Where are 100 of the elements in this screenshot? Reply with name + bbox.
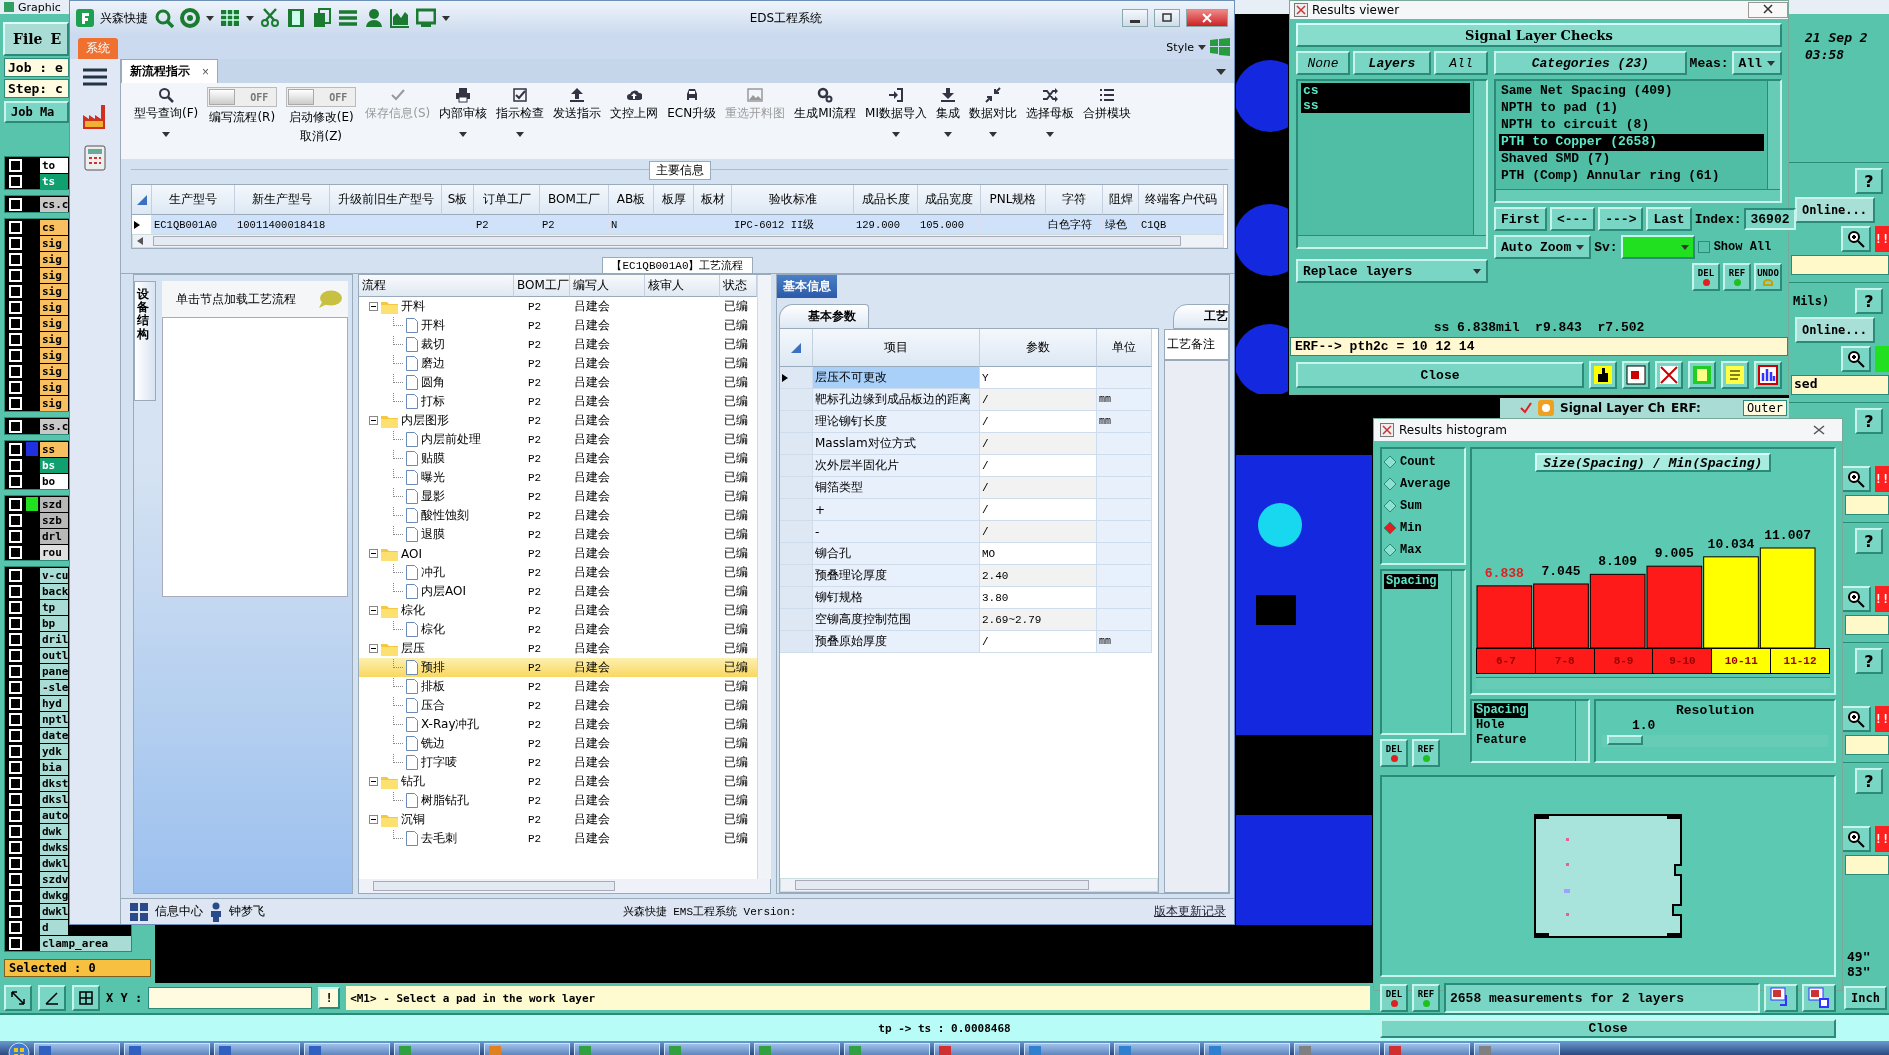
layer-checkbox[interactable] <box>9 529 22 543</box>
tree-row[interactable]: 钻孔 P2 吕建会 已编 <box>359 772 757 791</box>
taskbar-button[interactable] <box>664 1043 750 1055</box>
tree-row[interactable]: 树脂钻孔 P2 吕建会 已编 <box>359 791 757 810</box>
menu-item[interactable]: E <box>50 31 62 47</box>
scrollbar[interactable] <box>1476 677 1830 689</box>
layer-name[interactable]: hyd <box>40 695 68 711</box>
layer-name[interactable]: sig <box>40 379 68 395</box>
layer-name[interactable]: cs <box>40 219 68 235</box>
layer-checkbox[interactable] <box>9 936 22 950</box>
film-icon[interactable] <box>286 8 306 28</box>
zoom-button[interactable] <box>1841 226 1871 252</box>
taskbar-button[interactable] <box>1294 1043 1380 1055</box>
slider-thumb[interactable] <box>1606 735 1643 745</box>
toolbar-button[interactable]: 合拼模块 <box>1080 87 1134 159</box>
layer-checkbox[interactable] <box>9 396 22 410</box>
meas-dropdown[interactable]: All <box>1731 51 1782 75</box>
table-cell[interactable]: 铆钉规格 <box>813 587 980 609</box>
layer-name[interactable]: sig <box>40 235 68 251</box>
collapse-box-icon[interactable] <box>369 606 378 615</box>
area-chart-icon[interactable] <box>390 8 410 28</box>
scrollbar[interactable] <box>1575 701 1588 761</box>
angle-button[interactable] <box>38 985 66 1011</box>
export-button[interactable] <box>1764 984 1798 1012</box>
table-cell[interactable]: 靶标孔边缘到成品板边的距离 <box>813 389 980 411</box>
column-header[interactable]: 板材 <box>694 185 732 215</box>
category-item[interactable]: NPTH to circuit (8) <box>1499 117 1764 134</box>
layer-checkbox[interactable] <box>9 300 22 314</box>
column-header[interactable]: 生产型号 <box>152 185 235 215</box>
layer-checkbox[interactable] <box>9 776 22 790</box>
taskbar-button[interactable] <box>214 1043 300 1055</box>
info-tab[interactable]: 基本信息 <box>777 275 837 298</box>
layer-checkbox[interactable] <box>9 545 22 559</box>
close-button[interactable]: Close <box>1296 362 1584 388</box>
collapse-box-icon[interactable] <box>369 644 378 653</box>
tree-row[interactable]: 预排 P2 吕建会 已编 <box>359 658 757 677</box>
row-header[interactable] <box>132 215 152 234</box>
tree-row[interactable]: 冲孔 P2 吕建会 已编 <box>359 563 757 582</box>
layer-checkbox[interactable] <box>9 497 22 511</box>
column-header[interactable]: AB板 <box>609 185 654 215</box>
toolbar-button[interactable]: 数据对比 <box>966 87 1020 159</box>
show-all-checkbox[interactable]: Show All <box>1697 240 1772 254</box>
taskbar-button[interactable] <box>1114 1043 1200 1055</box>
layer-name[interactable]: ss.c <box>40 418 68 434</box>
info-center-link[interactable]: 信息中心 <box>155 903 203 920</box>
help-button[interactable]: ? <box>1855 168 1883 194</box>
tree-row[interactable]: 内层前处理 P2 吕建会 已编 <box>359 430 757 449</box>
column-header[interactable]: 终端客户代码 <box>1139 185 1224 215</box>
navigation-button[interactable]: Last <box>1646 207 1692 231</box>
layer-name[interactable]: szd <box>40 496 68 512</box>
table-icon[interactable] <box>220 8 240 28</box>
figure-button[interactable] <box>1589 361 1617 389</box>
layer-mode-button[interactable]: None <box>1296 51 1350 75</box>
tree-row[interactable]: 磨边 P2 吕建会 已编 <box>359 354 757 373</box>
column-header[interactable]: 状态 <box>720 275 757 297</box>
tree-row[interactable]: 沉铜 P2 吕建会 已编 <box>359 810 757 829</box>
close-button[interactable] <box>1186 9 1228 27</box>
undo-button[interactable]: UNDO <box>1754 263 1782 291</box>
tree-row[interactable]: 压合 P2 吕建会 已编 <box>359 696 757 715</box>
lifebuoy-icon[interactable] <box>180 8 200 28</box>
layer-name[interactable]: d <box>40 919 68 935</box>
toolbar-button[interactable]: 选择母板 <box>1023 87 1077 159</box>
minimize-button[interactable] <box>1122 9 1148 27</box>
layer-name[interactable]: dwkl <box>40 855 68 871</box>
report-button[interactable] <box>1721 361 1749 389</box>
toolbar-button[interactable]: 指示检查 <box>493 87 548 159</box>
layer-name[interactable]: clamp_area <box>40 935 131 951</box>
layer-name[interactable]: ss <box>40 441 68 457</box>
collapse-box-icon[interactable] <box>369 777 378 786</box>
tree-row[interactable]: 显影 P2 吕建会 已编 <box>359 487 757 506</box>
layer-name[interactable]: rou <box>40 544 68 560</box>
online-button[interactable]: Online... <box>1795 317 1875 343</box>
column-header[interactable]: 成品长度 <box>854 185 918 215</box>
category-item[interactable]: Shaved SMD (7) <box>1499 151 1764 168</box>
column-header[interactable]: S板 <box>442 185 474 215</box>
layer-checkbox[interactable] <box>9 680 22 694</box>
taskbar-button[interactable] <box>124 1043 210 1055</box>
taskbar-button[interactable] <box>754 1043 840 1055</box>
help-button[interactable]: ? <box>1855 528 1883 554</box>
layer-checkbox[interactable] <box>9 419 22 433</box>
scissors-icon[interactable] <box>260 8 280 28</box>
vertical-tab[interactable]: 设备结构 <box>134 281 156 401</box>
replace-layers-dropdown[interactable]: Replace layers <box>1296 259 1488 283</box>
layer-name[interactable]: szdv <box>40 871 68 887</box>
column-header[interactable]: 核审人 <box>645 275 720 297</box>
zoom-button[interactable] <box>1841 706 1871 732</box>
taskbar-button[interactable] <box>394 1043 480 1055</box>
layer-checkbox[interactable] <box>9 744 22 758</box>
column-header[interactable]: 参数 <box>980 329 1097 367</box>
notes-tab[interactable]: 工艺 <box>1173 304 1229 329</box>
toggle-switch[interactable]: OFF <box>286 87 357 107</box>
resize-button[interactable] <box>4 985 32 1011</box>
taskbar-button[interactable] <box>844 1043 930 1055</box>
index-field[interactable]: 36902 <box>1744 208 1796 230</box>
toolbar-button[interactable]: 型号查询(F) <box>131 87 202 159</box>
zoom-button[interactable] <box>1841 586 1871 612</box>
table-cell[interactable]: 铆合孔 <box>813 543 980 565</box>
radio-option[interactable]: Average <box>1384 475 1462 493</box>
taskbar-button[interactable] <box>304 1043 390 1055</box>
taskbar-button[interactable] <box>484 1043 570 1055</box>
